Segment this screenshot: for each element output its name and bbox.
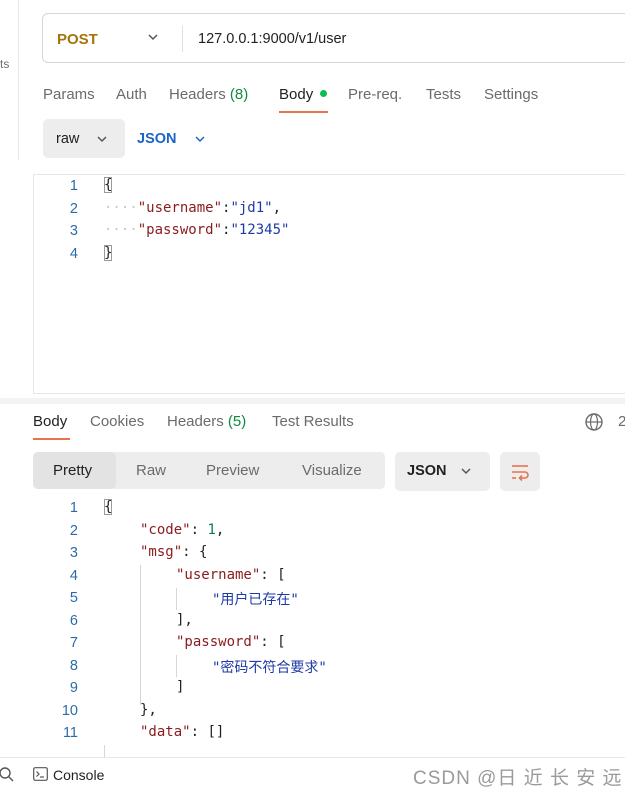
tab-prereq[interactable]: Pre-req. [348,86,402,103]
tab-headers-label: Headers [167,413,224,430]
wrap-icon [512,465,529,482]
body-mode-label: raw [56,131,80,147]
wrap-lines-button[interactable] [500,452,540,491]
code-line: ], [176,612,193,628]
line-number: 11 [62,725,78,741]
json-key: "username" [137,200,223,216]
line-number: 8 [69,658,78,674]
url-divider [182,26,183,52]
indent-guide [176,655,177,677]
response-format-label: JSON [407,463,447,479]
view-mode-visualize[interactable]: Visualize [302,462,362,479]
view-mode-pretty[interactable]: Pretty [53,462,92,479]
tab-headers-label: Headers [169,86,226,103]
console-icon [33,767,48,781]
chevron-down-icon [461,468,471,475]
tab-response-body[interactable]: Body [33,413,67,430]
tab-body[interactable]: Body [279,86,313,103]
tab-headers-count: (8) [229,86,249,103]
json-string: "12345" [230,222,290,238]
json-key: "data" [140,724,191,740]
tab-response-headers[interactable]: Headers (5) [167,413,246,430]
json-key: "msg" [140,544,183,560]
json-key: "password" [176,634,261,650]
method-select[interactable]: POST [57,31,98,48]
view-mode-preview[interactable]: Preview [206,462,259,479]
code-line: "data": [] [140,724,225,740]
line-number: 1 [69,178,78,194]
url-input[interactable]: 127.0.0.1:9000/v1/user [198,31,346,47]
view-mode-raw[interactable]: Raw [136,462,166,479]
indent-guide [140,565,141,705]
json-string: "密码不符合要求" [212,660,327,676]
active-response-tab-underline [33,438,70,440]
line-number: 4 [69,568,78,584]
json-array: [] [207,724,225,740]
line-number: 2 [69,201,78,217]
code-line: "code": 1, [140,522,225,538]
search-icon[interactable] [0,766,14,782]
line-number: 9 [69,680,78,696]
watermark: CSDN @日 近 长 安 远 [413,768,623,789]
tab-cookies[interactable]: Cookies [90,413,144,430]
json-string: "jd1" [230,200,273,216]
status-code-fragment: 2 [618,413,625,430]
globe-icon[interactable] [584,412,604,432]
code-line: "密码不符合要求" [212,657,327,677]
json-string: "用户已存在" [212,592,299,608]
json-key: "password" [137,222,223,238]
code-line: "用户已存在" [212,589,299,609]
chevron-down-icon [97,136,107,143]
active-tab-underline [279,111,328,113]
tab-tests[interactable]: Tests [426,86,461,103]
chevron-down-icon [195,136,205,143]
sidebar-item-fragment[interactable]: ts [0,57,9,71]
close-brace: } [104,245,113,261]
sidebar-edge [0,0,19,160]
chevron-down-icon[interactable] [146,30,160,44]
open-brace: { [104,499,113,515]
line-number: 2 [69,523,78,539]
console-button[interactable]: Console [53,767,104,783]
line-number: 1 [69,500,78,516]
tab-headers[interactable]: Headers (8) [169,86,248,103]
json-number: 1 [207,522,216,538]
body-indicator-dot [320,90,327,97]
json-key: "code" [140,522,191,538]
line-number: 4 [69,246,78,262]
line-number: 3 [69,223,78,239]
body-language-select[interactable]: JSON [137,131,177,147]
line-number: 10 [61,703,78,719]
line-number: 3 [69,545,78,561]
code-line: "msg": { [140,544,208,560]
code-line: }, [140,702,157,718]
line-number: 5 [69,590,78,606]
indent-guide [176,588,177,610]
tab-params[interactable]: Params [43,86,95,103]
code-line: "username": [ [176,567,286,583]
tab-test-results[interactable]: Test Results [272,413,354,430]
tab-auth[interactable]: Auth [116,86,147,103]
pane-divider[interactable] [0,398,625,404]
code-line: ····"password":"12345" [104,222,290,238]
line-number: 7 [69,635,78,651]
open-brace: { [104,177,113,193]
code-line: "password": [ [176,634,286,650]
json-key: "username" [176,567,261,583]
tab-headers-count: (5) [227,413,247,430]
indent-guide [104,745,105,757]
tab-settings[interactable]: Settings [484,86,538,103]
code-line: ] [176,679,185,695]
code-line: ····"username":"jd1", [104,200,282,216]
line-number: 6 [69,613,78,629]
